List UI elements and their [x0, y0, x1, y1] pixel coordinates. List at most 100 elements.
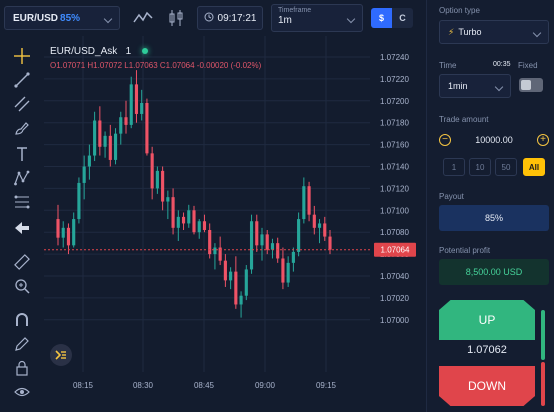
pattern-icon[interactable] — [12, 168, 32, 188]
candle-body — [119, 117, 123, 134]
parallel-lines-icon[interactable] — [12, 94, 32, 114]
candle-body — [244, 269, 248, 296]
lock-icon[interactable] — [12, 358, 32, 378]
candle-body — [171, 197, 175, 228]
trend-line-icon[interactable] — [12, 70, 32, 90]
current-price-label: 1.07064 — [381, 246, 410, 255]
minus-icon[interactable]: − — [439, 134, 451, 146]
fixed-label: Fixed — [518, 61, 538, 70]
candle-body — [61, 227, 65, 238]
preset-all-button[interactable]: All — [523, 158, 545, 176]
candle-body — [134, 84, 139, 114]
option-type-select[interactable]: ⚡ Turbo — [439, 20, 549, 44]
preset-50-button[interactable]: 50 — [495, 158, 517, 176]
down-button[interactable]: DOWN — [439, 366, 535, 406]
symbol-select[interactable]: EUR/USD 85% — [4, 6, 120, 30]
candle-body — [72, 219, 76, 246]
candle-body — [297, 219, 301, 252]
arrow-left-icon[interactable] — [12, 218, 32, 238]
candle-body — [234, 271, 238, 305]
eye-icon[interactable] — [12, 382, 32, 402]
preset-10-button[interactable]: 10 — [469, 158, 491, 176]
candle-body — [161, 170, 165, 202]
timeframe-label: Timeframe — [278, 7, 312, 14]
brush-icon[interactable] — [12, 118, 32, 138]
time-label: Time — [439, 61, 457, 70]
x-tick-label: 08:15 — [73, 381, 94, 390]
chart-legend-title: EUR/USD_Ask 1 — [50, 46, 148, 57]
sell-sentiment-bar — [541, 362, 545, 406]
candle-body — [66, 227, 71, 246]
potential-profit-label: Potential profit — [439, 246, 491, 255]
toggle-knob — [521, 80, 531, 90]
zoom-in-icon[interactable] — [12, 276, 32, 296]
indicators-toggle-icon[interactable] — [50, 344, 72, 366]
candle-body — [249, 221, 254, 270]
x-tick-label: 09:15 — [316, 381, 337, 390]
x-tick-label: 08:30 — [133, 381, 154, 390]
currency-usd[interactable]: $ — [371, 8, 392, 28]
candle-body — [312, 214, 316, 228]
candle-body — [77, 182, 81, 220]
ruler-icon[interactable] — [12, 252, 32, 272]
time-select[interactable]: 1min — [439, 74, 511, 98]
price-chart[interactable]: 1.07240 1.07220 1.07200 1.07180 1.07160 1.071… — [44, 36, 424, 412]
candle-body — [317, 223, 322, 228]
up-button[interactable]: UP — [439, 300, 535, 340]
symbol-payout: 85% — [60, 12, 81, 24]
preset-1-button[interactable]: 1 — [443, 158, 465, 176]
candle-body — [197, 221, 201, 233]
currency-coin[interactable]: C — [392, 8, 413, 28]
line-chart-icon[interactable] — [132, 7, 154, 29]
y-tick-label: 1.07020 — [380, 294, 409, 303]
clock-icon — [204, 12, 214, 25]
y-tick-label: 1.07100 — [380, 206, 409, 215]
potential-profit-value: 8,500.00 USD — [439, 259, 549, 285]
y-tick-label: 1.07200 — [380, 97, 409, 106]
fib-icon[interactable] — [12, 192, 32, 212]
candle-body — [140, 102, 144, 114]
x-tick-label: 09:00 — [255, 381, 276, 390]
trade-amount-label: Trade amount — [439, 115, 489, 124]
candle-body — [291, 251, 295, 263]
candlestick-chart[interactable]: 1.07240 1.07220 1.07200 1.07180 1.07160 1.071… — [44, 36, 424, 412]
candle-body — [239, 295, 243, 305]
trade-amount-value[interactable]: 10000.00 — [475, 135, 513, 145]
candle-body — [187, 210, 191, 224]
server-time-value: 09:17:21 — [217, 12, 257, 24]
timeframe-select[interactable]: Timeframe 1m — [271, 4, 363, 32]
pencil-lock-icon[interactable] — [12, 334, 32, 354]
plus-icon[interactable]: + — [536, 134, 549, 146]
current-price: 1.07062 — [467, 344, 507, 356]
candle-body — [208, 230, 212, 255]
chart-symbol: EUR/USD_Ask — [50, 46, 118, 57]
candle-body — [166, 197, 170, 202]
payout-value: 85% — [439, 205, 549, 231]
candlestick-icon[interactable] — [165, 7, 187, 29]
candle-body — [87, 155, 91, 167]
candle-body — [213, 247, 217, 255]
candle-body — [113, 133, 118, 160]
y-tick-label: 1.07160 — [380, 141, 409, 150]
trade-amount-stepper[interactable]: − 10000.00 + — [439, 128, 549, 152]
text-tool-icon[interactable] — [12, 144, 32, 164]
candle-body — [202, 221, 207, 231]
fixed-toggle[interactable] — [519, 78, 543, 92]
chevron-down-icon — [494, 82, 504, 92]
chart-interval: 1 — [125, 46, 132, 57]
candle-body — [98, 120, 102, 147]
drawing-tools — [0, 40, 44, 412]
y-tick-label: 1.07140 — [380, 163, 409, 172]
currency-toggle[interactable]: $ C — [371, 8, 413, 28]
candle-body — [93, 120, 97, 156]
candle-body — [265, 234, 269, 250]
lightning-icon: ⚡ — [448, 26, 455, 37]
buy-sentiment-bar — [541, 310, 545, 360]
candle-body — [302, 186, 306, 220]
crosshair-icon[interactable] — [12, 46, 32, 66]
candle-body — [281, 258, 285, 283]
symbol-name: EUR/USD — [13, 12, 59, 24]
magnet-icon[interactable] — [12, 310, 32, 330]
timeframe-value: 1m — [278, 15, 292, 26]
payout-label: Payout — [439, 192, 464, 201]
